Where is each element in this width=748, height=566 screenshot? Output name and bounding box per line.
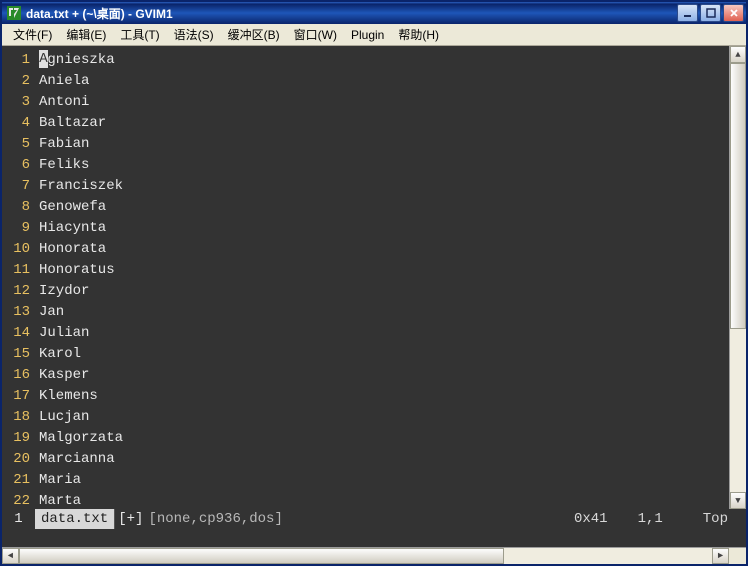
status-pct: Top <box>703 509 746 529</box>
line-number: 16 <box>2 365 30 386</box>
line-number: 12 <box>2 281 30 302</box>
buffer-line[interactable]: Honoratus <box>39 260 729 281</box>
menu-tools[interactable]: 工具(T) <box>113 23 166 46</box>
buffer-line[interactable]: Jan <box>39 302 729 323</box>
buffer-line[interactable]: Feliks <box>39 155 729 176</box>
scroll-right-button[interactable]: ► <box>712 548 729 564</box>
line-number: 22 <box>2 491 30 509</box>
buffer-line[interactable]: Hiacynta <box>39 218 729 239</box>
statusline: 1 data.txt [+] [none,cp936,dos] 0x41 1,1… <box>2 509 746 529</box>
buffer-line[interactable]: Honorata <box>39 239 729 260</box>
line-number: 14 <box>2 323 30 344</box>
line-number: 18 <box>2 407 30 428</box>
window-title: data.txt + (~\桌面) - GVIM1 <box>26 5 677 22</box>
maximize-button[interactable] <box>700 4 721 22</box>
status-spacer <box>285 509 574 529</box>
window-buttons <box>677 4 744 22</box>
command-line[interactable] <box>2 529 746 547</box>
menubar: 文件(F) 编辑(E) 工具(T) 语法(S) 缓冲区(B) 窗口(W) Plu… <box>2 24 746 46</box>
editor-area[interactable]: 1234567891011121314151617181920212223 A … <box>2 46 746 509</box>
scroll-track-vertical[interactable] <box>730 63 746 492</box>
buffer-line[interactable]: Baltazar <box>39 113 729 134</box>
line-number: 2 <box>2 71 30 92</box>
status-bufnum: 1 <box>2 509 35 529</box>
line-number: 9 <box>2 218 30 239</box>
menu-file[interactable]: 文件(F) <box>6 23 59 46</box>
line-number: 10 <box>2 239 30 260</box>
status-hex: 0x41 <box>574 509 638 529</box>
line-number: 5 <box>2 134 30 155</box>
menu-help[interactable]: 帮助(H) <box>391 23 446 46</box>
scrollbar-corner <box>729 548 746 564</box>
line-number: 20 <box>2 449 30 470</box>
status-fileinfo: [none,cp936,dos] <box>146 509 284 529</box>
buffer-line[interactable]: Kasper <box>39 365 729 386</box>
cursor: A <box>39 50 48 68</box>
scroll-down-button[interactable]: ▼ <box>730 492 746 509</box>
line-number: 8 <box>2 197 30 218</box>
line-number: 11 <box>2 260 30 281</box>
menu-edit[interactable]: 编辑(E) <box>59 23 113 46</box>
line-number: 3 <box>2 92 30 113</box>
buffer-line[interactable]: Malgorzata <box>39 428 729 449</box>
menu-syntax[interactable]: 语法(S) <box>167 23 221 46</box>
line-number: 17 <box>2 386 30 407</box>
buffer-line[interactable]: Franciszek <box>39 176 729 197</box>
line-number: 21 <box>2 470 30 491</box>
menu-buffers[interactable]: 缓冲区(B) <box>221 23 287 46</box>
line-number: 6 <box>2 155 30 176</box>
line-number: 4 <box>2 113 30 134</box>
menu-plugin[interactable]: Plugin <box>344 25 391 45</box>
text-column[interactable]: A gnieszkaAnielaAntoniBaltazarFabianFeli… <box>35 46 729 509</box>
scroll-track-horizontal[interactable] <box>19 548 712 564</box>
buffer-line[interactable]: Marcianna <box>39 449 729 470</box>
line-number: 1 <box>2 50 30 71</box>
buffer-line[interactable]: Aniela <box>39 71 729 92</box>
titlebar[interactable]: data.txt + (~\桌面) - GVIM1 <box>2 2 746 24</box>
buffer-line[interactable]: Marta <box>39 491 729 509</box>
menu-window[interactable]: 窗口(W) <box>287 23 344 46</box>
scroll-thumb-horizontal[interactable] <box>19 548 504 564</box>
line-number-gutter: 1234567891011121314151617181920212223 <box>2 46 35 509</box>
minimize-button[interactable] <box>677 4 698 22</box>
line-number: 7 <box>2 176 30 197</box>
status-pos: 1,1 <box>638 509 703 529</box>
buffer-line[interactable]: gnieszka <box>39 50 729 71</box>
scroll-up-button[interactable]: ▲ <box>730 46 746 63</box>
horizontal-scrollbar[interactable]: ◄ ► <box>2 547 746 564</box>
buffer-line[interactable]: Karol <box>39 344 729 365</box>
buffer-line[interactable]: Antoni <box>39 92 729 113</box>
buffer-line[interactable]: Genowefa <box>39 197 729 218</box>
buffer-line[interactable]: Julian <box>39 323 729 344</box>
gvim-window: data.txt + (~\桌面) - GVIM1 文件(F) 编辑(E) 工具… <box>0 0 748 566</box>
close-button[interactable] <box>723 4 744 22</box>
line-number: 13 <box>2 302 30 323</box>
buffer-line[interactable]: Klemens <box>39 386 729 407</box>
buffer-line[interactable]: Izydor <box>39 281 729 302</box>
scroll-left-button[interactable]: ◄ <box>2 548 19 564</box>
buffer-line[interactable]: Fabian <box>39 134 729 155</box>
app-icon <box>6 5 22 21</box>
status-modified: [+] <box>115 509 146 529</box>
buffer-line[interactable]: Maria <box>39 470 729 491</box>
vertical-scrollbar[interactable]: ▲ ▼ <box>729 46 746 509</box>
scroll-thumb-vertical[interactable] <box>730 63 746 329</box>
status-filename: data.txt <box>35 509 115 529</box>
line-number: 19 <box>2 428 30 449</box>
buffer-line[interactable]: Lucjan <box>39 407 729 428</box>
line-number: 15 <box>2 344 30 365</box>
